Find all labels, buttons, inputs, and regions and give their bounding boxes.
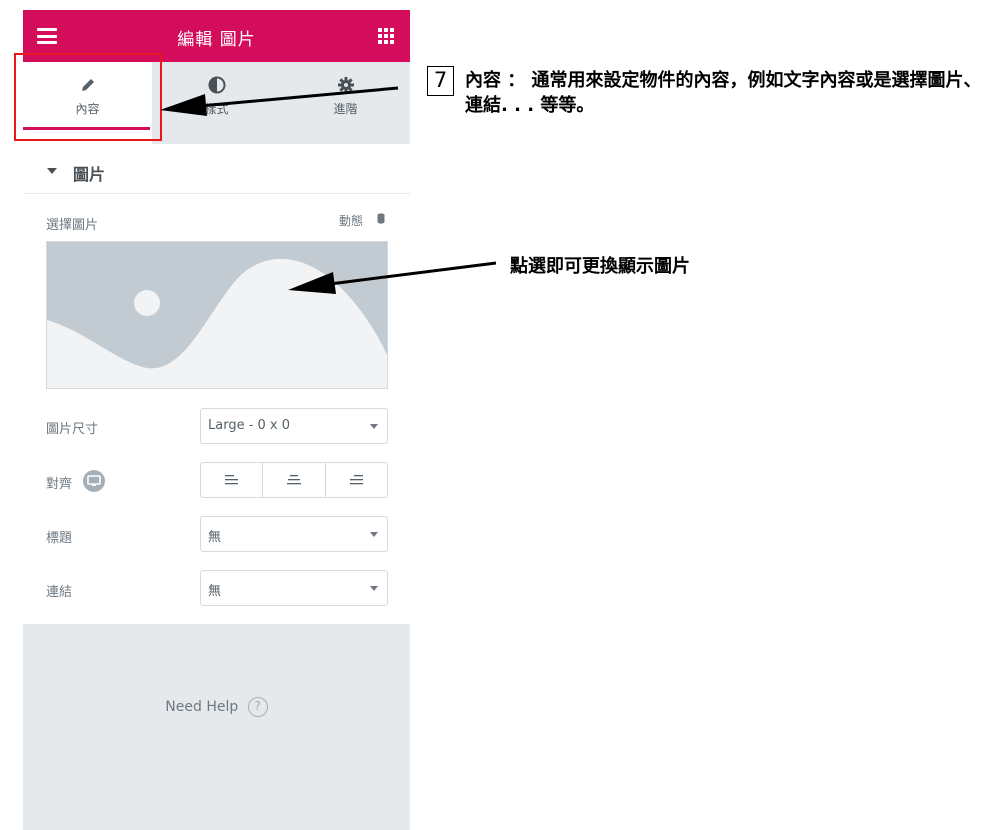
image-size-select[interactable]: Large - 0 x 0 [200,408,388,444]
dynamic-tags-label[interactable]: 動態 [339,212,363,229]
image-size-value: Large - 0 x 0 [208,418,291,433]
alignment-label: 對齊 [46,477,73,492]
caption-label: 標題 [46,531,73,546]
caption-value: 無 [208,530,222,545]
align-right-button[interactable] [326,463,387,497]
link-label: 連結 [46,585,73,600]
tab-style-label: 樣式 [204,102,229,116]
section-title: 圖片 [73,165,106,184]
annotation-note-image: 點選即可更換顯示圖片 [510,256,690,277]
align-left-button[interactable] [201,463,264,497]
chevron-down-icon [370,424,378,429]
need-help-text: Need Help [165,699,239,715]
chevron-down-icon [370,586,378,591]
help-area: Need Help ? [23,624,410,830]
panel-title: 編輯 圖片 [177,30,256,50]
alignment-buttons [200,462,388,498]
caret-down-icon [47,168,57,174]
chevron-down-icon [370,532,378,537]
image-size-label: 圖片尺寸 [46,422,99,437]
monitor-icon [87,475,101,486]
widgets-grid-icon[interactable] [378,28,394,44]
database-icon[interactable] [377,213,385,224]
half-circle-icon [208,76,225,94]
align-center-icon [286,475,301,485]
responsive-device-icon[interactable] [83,470,105,492]
tab-advanced[interactable]: 進階 [281,62,410,144]
tab-advanced-label: 進階 [333,102,358,116]
need-help-link[interactable]: Need Help ? [23,697,410,717]
caption-select[interactable]: 無 [200,516,388,552]
align-left-icon [224,475,238,485]
annotation-step-number: 7 [427,66,454,96]
tab-style[interactable]: 樣式 [152,62,281,144]
link-value: 無 [208,584,222,599]
link-select[interactable]: 無 [200,570,388,606]
gear-icon [337,77,354,93]
annotation-highlight-box [14,53,162,141]
image-placeholder-icon [47,242,387,388]
image-placeholder[interactable] [46,241,388,389]
align-center-button[interactable] [263,463,326,497]
section-image-header[interactable]: 圖片 [23,150,410,194]
choose-image-label: 選擇圖片 [46,218,99,233]
annotation-note-content: 內容 ： 通常用來設定物件的內容，例如文字內容或是選擇圖片、連結. . . 等等… [465,70,982,116]
align-right-icon [350,475,364,485]
question-circle-icon: ? [247,697,268,717]
